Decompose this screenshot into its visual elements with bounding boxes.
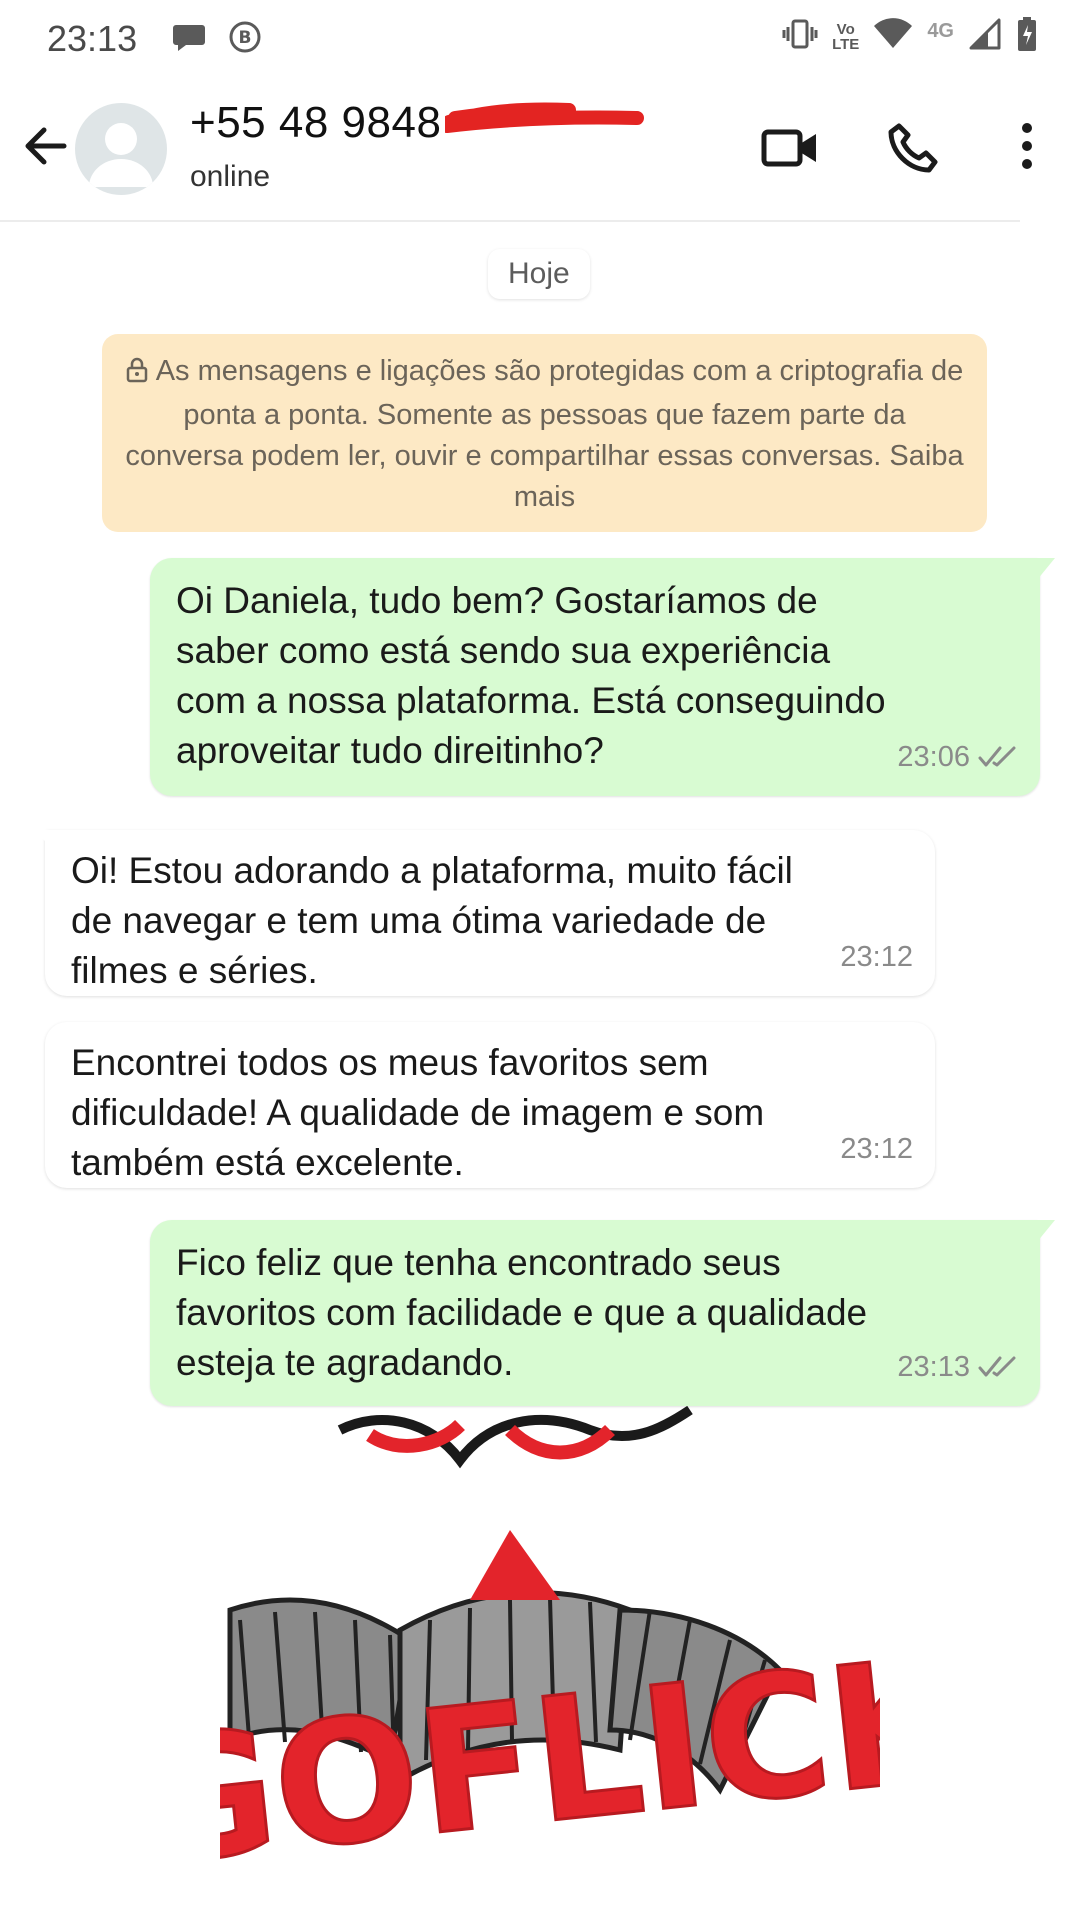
lock-icon [126,354,148,395]
svg-text:B: B [239,28,252,48]
more-options-button[interactable] [1010,116,1044,176]
redaction-scribble [445,102,644,133]
battery-charging-icon [1016,16,1038,57]
encryption-notice[interactable]: As mensagens e ligações são protegidas c… [102,334,987,532]
back-arrow-icon [25,127,67,165]
bubble-tail [1025,558,1055,580]
svg-text:GOFLICK: GOFLICK [220,1620,880,1880]
chat-bubble-icon [172,22,206,57]
b-circle-icon: B [228,20,262,59]
message-bubble-outgoing[interactable]: Oi Daniela, tudo bem? Gostaríamos de sab… [150,558,1040,796]
status-time: 23:13 [47,18,138,59]
message-time: 23:12 [840,1133,913,1165]
bubble-tail [1025,1220,1055,1242]
video-call-icon [761,129,816,167]
voice-call-button[interactable] [885,120,941,176]
message-meta: 23:06 [897,732,1018,782]
video-call-button[interactable] [760,120,820,176]
back-button[interactable] [18,118,74,174]
message-text: Oi Daniela, tudo bem? Gostaríamos de sab… [176,580,886,771]
message-meta: 23:12 [840,932,913,982]
message-bubble-incoming[interactable]: Encontrei todos os meus favoritos sem di… [45,1022,935,1188]
double-check-icon [978,1356,1016,1377]
double-check-icon [978,746,1016,767]
message-time: 23:06 [897,741,970,773]
message-meta: 23:13 [897,1342,1018,1392]
message-bubble-outgoing[interactable]: Fico feliz que tenha encontrado seus fav… [150,1220,1040,1406]
contact-status: online [190,160,271,193]
avatar[interactable] [75,103,167,195]
message-time: 23:12 [840,941,913,973]
contact-name[interactable]: +55 48 9848 [190,98,441,148]
message-text: Encontrei todos os meus favoritos sem di… [71,1042,765,1183]
network-type-label: 4G [927,20,954,42]
status-bar: 23:13 B Vo LTE 4G [0,0,1080,80]
chat-area[interactable]: GOFLICK Hoje As mensagens e ligações são… [0,222,1080,1920]
message-bubble-incoming[interactable]: Oi! Estou adorando a plataforma, muito f… [45,830,935,996]
phone-icon [888,123,938,173]
encryption-notice-text: As mensagens e ligações são protegidas c… [125,355,964,513]
message-meta: 23:12 [840,1124,913,1174]
message-time: 23:13 [897,1351,970,1383]
wifi-icon [873,18,913,55]
bubble-tail [30,830,60,852]
volte-icon: Vo LTE [832,20,860,53]
message-text: Oi! Estou adorando a plataforma, muito f… [71,850,793,991]
chat-header: +55 48 9848 online [0,80,1032,222]
vibrate-icon [782,18,818,55]
more-vert-icon [1022,123,1032,169]
signal-icon [968,18,1002,55]
date-chip: Hoje [488,249,590,299]
message-text: Fico feliz que tenha encontrado seus fav… [176,1242,868,1383]
